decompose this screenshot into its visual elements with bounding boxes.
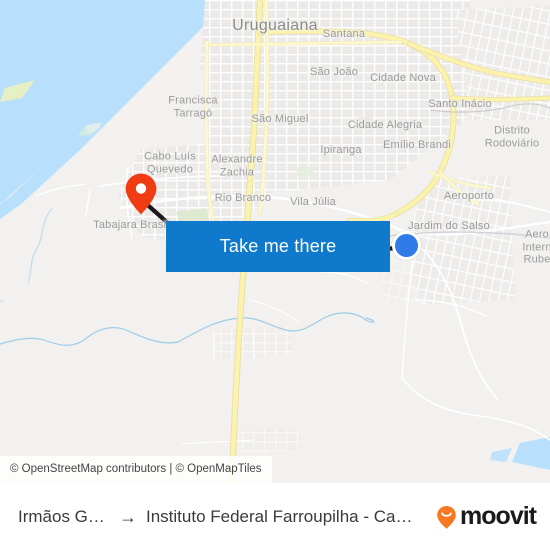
map-attribution[interactable]: © OpenStreetMap contributors | © OpenMap… [0,456,272,483]
destination-marker-dot[interactable] [391,230,421,260]
moovit-wordmark: moovit [460,502,537,530]
trip-summary-bar: Irmãos Ga... → Instituto Federal Farroup… [0,483,550,550]
map-pin-icon [125,173,157,215]
take-me-there-button[interactable]: Take me there [166,221,390,272]
moovit-pin-icon [437,505,456,529]
arrow-right-icon: → [119,506,137,527]
origin-marker-pin[interactable] [124,172,158,216]
map-canvas[interactable]: Uruguaiana Santana São João Cidade Nova Sant… [0,0,550,483]
moovit-logo[interactable]: moovit [434,502,537,531]
trip-destination-label: Instituto Federal Farroupilha - Campu... [146,506,427,526]
trip-origin-label: Irmãos Ga... [18,506,110,526]
moovit-map-screen: Uruguaiana Santana São João Cidade Nova Sant… [0,0,550,550]
trip-endpoints: Irmãos Ga... → Instituto Federal Farroup… [18,507,426,527]
